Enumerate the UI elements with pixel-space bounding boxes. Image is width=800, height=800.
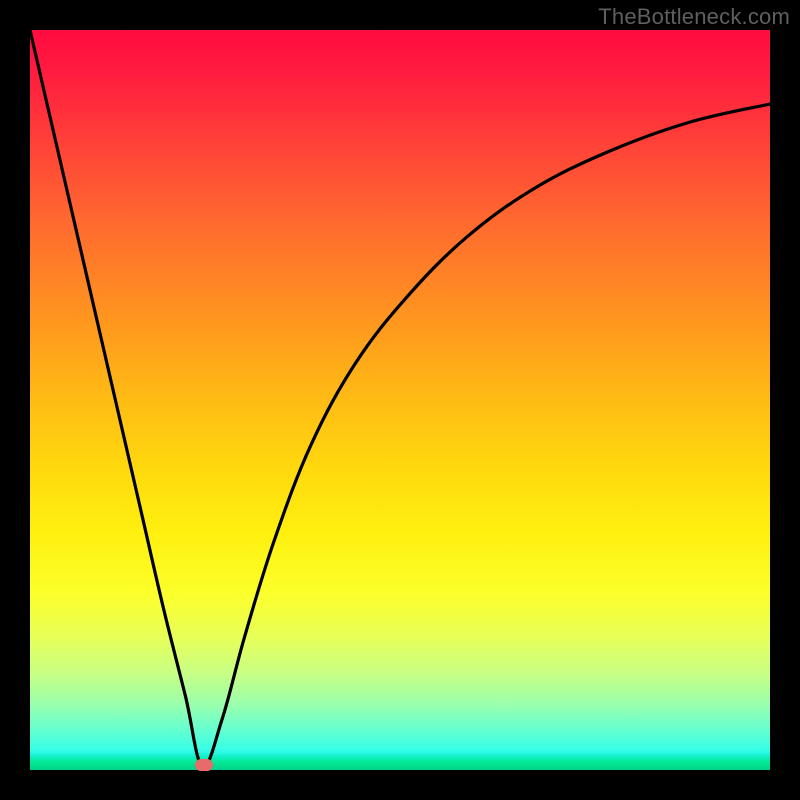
optimum-marker — [195, 759, 213, 771]
watermark-text: TheBottleneck.com — [598, 4, 790, 30]
gradient-bottom-strip — [30, 752, 770, 770]
bottleneck-curve-path — [30, 30, 770, 767]
bottleneck-curve-svg — [30, 30, 770, 770]
chart-plot-area — [30, 30, 770, 770]
